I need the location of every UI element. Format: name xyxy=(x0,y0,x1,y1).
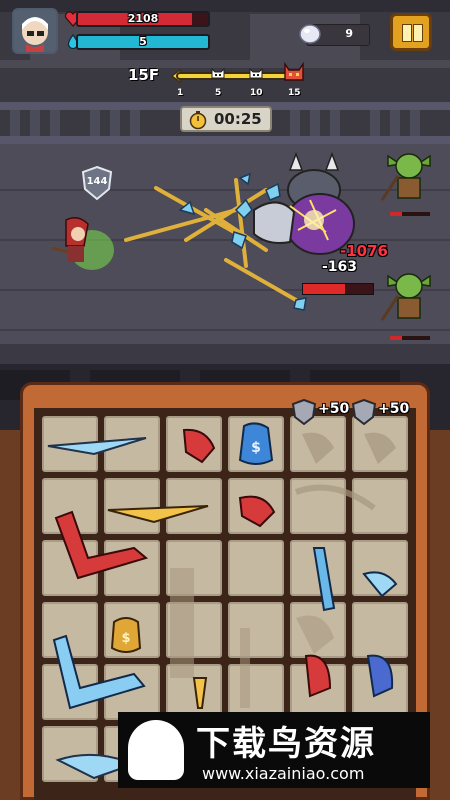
goblin-enemy xyxy=(380,153,431,201)
mp-bar: 5 xyxy=(76,34,210,50)
golden-arrow-item xyxy=(192,677,208,709)
hp-bar: 2108 xyxy=(76,11,210,27)
blue-boot-item xyxy=(366,654,394,698)
ghost-whip-item xyxy=(294,484,376,511)
stopwatch-icon xyxy=(189,111,207,130)
ghost-spear-item xyxy=(240,628,250,708)
ruby-boot-item xyxy=(304,654,332,698)
hero-character xyxy=(51,217,114,270)
goblin-hp-bar xyxy=(390,336,430,340)
floor-tick-15: 15 xyxy=(288,88,301,98)
armor-bonus-badge: +50 xyxy=(356,398,418,424)
hp-value: 2108 xyxy=(127,12,159,25)
hero-portrait-icon xyxy=(22,17,48,52)
watermark-banner: 下载鸟资源 www.xiazainiao.com xyxy=(118,712,430,788)
armor-bonus-value: +50 xyxy=(318,401,350,417)
ghost-armor-item xyxy=(296,615,334,654)
svg-text:$: $ xyxy=(251,440,261,456)
minion-skull-icon xyxy=(249,67,263,79)
armor-bonus-value: +50 xyxy=(378,401,410,417)
player-shield-value: 144 xyxy=(86,176,108,187)
ice-staff-item xyxy=(312,547,336,612)
pause-button[interactable] xyxy=(390,13,432,51)
ice-dagger-item xyxy=(47,437,147,456)
watermark-title: 下载鸟资源 xyxy=(196,724,376,764)
svg-text:$: $ xyxy=(121,631,130,646)
gem-count: 9 xyxy=(345,27,353,40)
goblin-enemy xyxy=(380,273,431,321)
watermark-bird-logo xyxy=(128,720,184,780)
timer-value: 00:25 xyxy=(214,110,262,128)
ghost-gauntlet-item xyxy=(364,432,396,464)
damage-number-red: -1076 xyxy=(340,242,388,260)
damage-number-white: -163 xyxy=(322,259,358,275)
gem-icon xyxy=(299,24,321,44)
ghost-hammer-item xyxy=(170,568,194,678)
ice-axe-item xyxy=(362,571,398,598)
watermark-url: www.xiazainiao.com xyxy=(202,764,365,783)
player-avatar[interactable] xyxy=(12,8,58,54)
minion-skull-icon xyxy=(211,67,225,79)
floor-tick-5: 5 xyxy=(215,88,222,98)
mp-value: 5 xyxy=(139,35,147,48)
boss-hp-bar xyxy=(302,283,374,295)
floor-tick-10: 10 xyxy=(250,88,263,98)
floor-tick-1: 1 xyxy=(177,88,184,98)
ruby-bracer-item xyxy=(54,510,149,580)
ghost-gauntlet-item xyxy=(302,432,334,464)
armor-bonus-badge: +50 xyxy=(296,398,358,424)
timer: 00:25 xyxy=(180,106,272,132)
floor-label: 15F xyxy=(128,66,160,84)
ruby-gauntlet-item xyxy=(182,428,216,464)
goblin-hp-bar xyxy=(390,212,430,216)
boss-hp-fill xyxy=(303,284,345,294)
golden-dagger-item xyxy=(107,505,209,524)
boss-demon-icon xyxy=(284,62,304,81)
ruby-gauntlet-item xyxy=(238,495,276,528)
